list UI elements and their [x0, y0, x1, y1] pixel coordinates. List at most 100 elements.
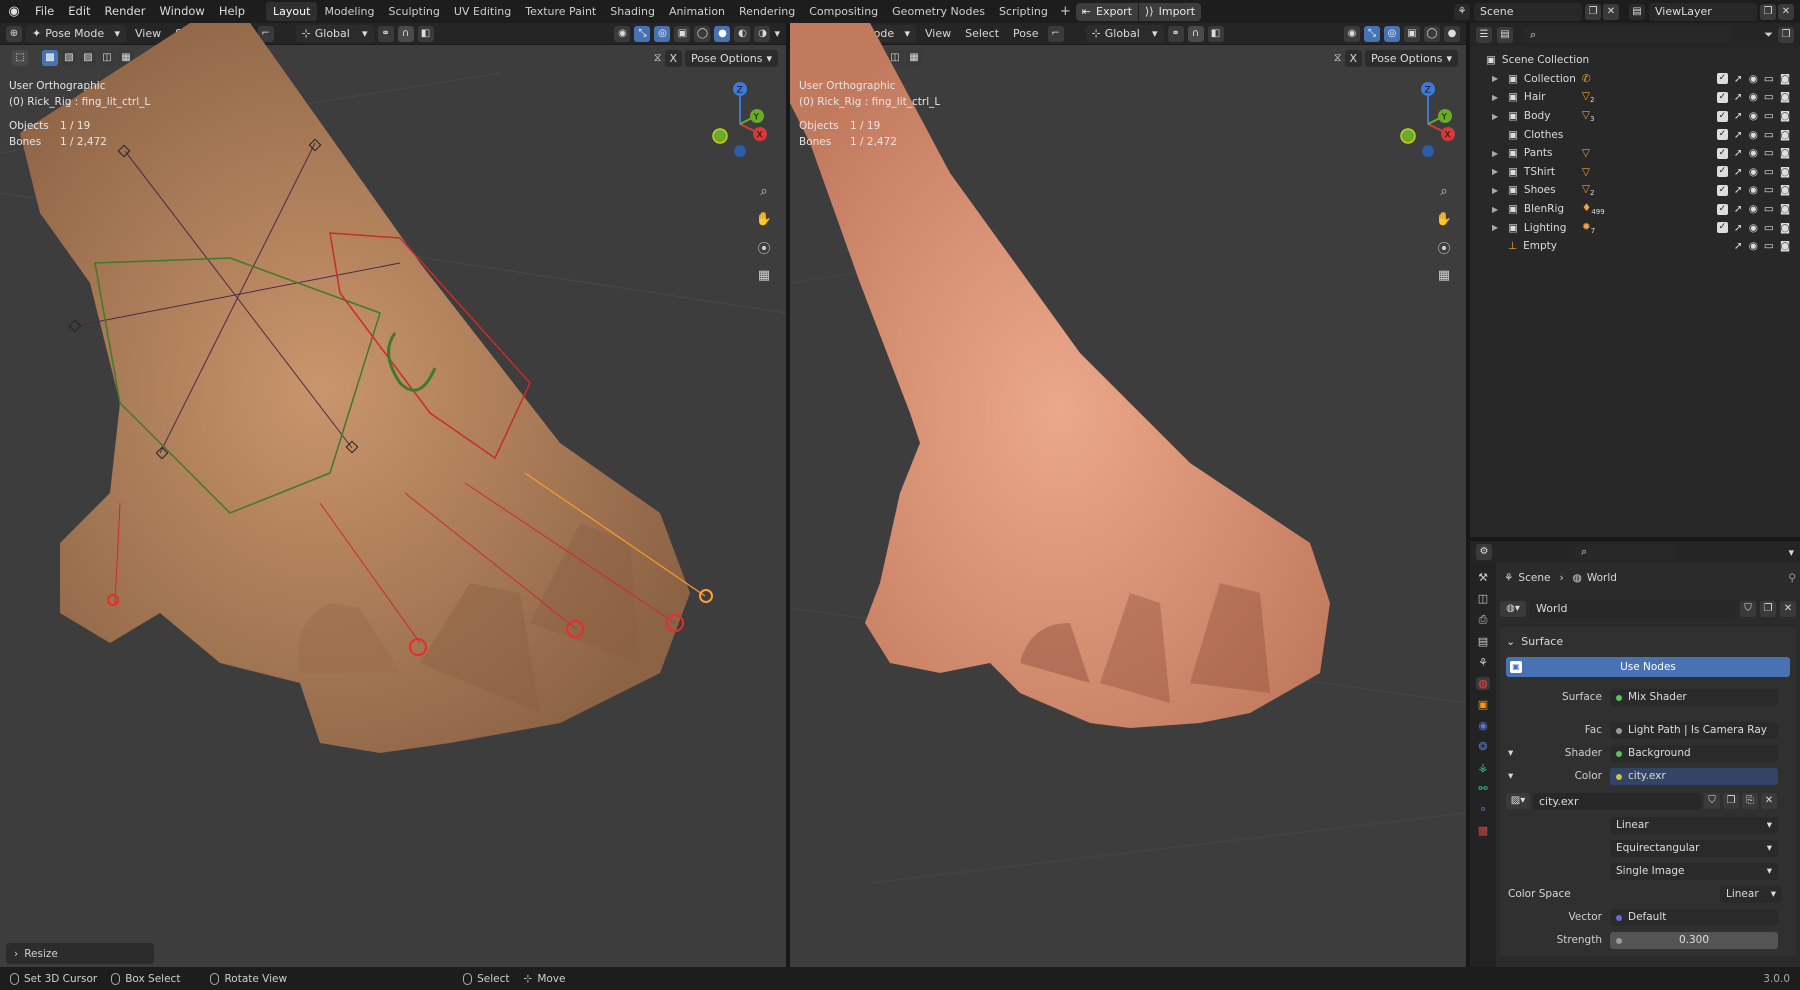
- render-camera-icon[interactable]: ◙: [1780, 240, 1790, 252]
- navigation-gizmo[interactable]: Z Y X: [700, 79, 770, 159]
- menu-file[interactable]: File: [28, 0, 61, 23]
- new-view-layer-icon[interactable]: ❐: [1760, 3, 1776, 20]
- tab-texture-paint[interactable]: Texture Paint: [518, 2, 603, 21]
- selectable-icon[interactable]: ➚: [1734, 240, 1743, 252]
- monitor-icon[interactable]: ▭: [1764, 73, 1774, 85]
- eye-icon[interactable]: ◉: [1749, 222, 1758, 234]
- delete-view-layer-icon[interactable]: ✕: [1778, 3, 1794, 20]
- eye-icon[interactable]: ◉: [1749, 147, 1758, 159]
- checkbox-icon[interactable]: ✓: [1716, 73, 1728, 85]
- checkbox-icon[interactable]: ✓: [1716, 129, 1728, 141]
- render-camera-icon[interactable]: ◙: [1780, 166, 1790, 178]
- scene-field[interactable]: Scene: [1474, 2, 1582, 21]
- modifier-tab-icon[interactable]: ◉: [1478, 719, 1488, 732]
- selectable-icon[interactable]: ➚: [1734, 166, 1743, 178]
- tab-scripting[interactable]: Scripting: [992, 2, 1055, 21]
- chevron-down-icon[interactable]: ▾: [1788, 546, 1794, 559]
- world-name-field[interactable]: World: [1530, 600, 1736, 618]
- scene-icon[interactable]: ⚘: [1454, 3, 1470, 20]
- outliner-item-body[interactable]: ▶ ▣ Body ▽3 ✓ ➚ ◉ ▭ ◙: [1470, 107, 1800, 126]
- monitor-icon[interactable]: ▭: [1764, 147, 1774, 159]
- outliner-item-collection[interactable]: ▶ ▣ Collection ✆ ✓ ➚ ◉ ▭ ◙: [1470, 70, 1800, 89]
- camera-view-icon[interactable]: ⦿: [1433, 236, 1455, 258]
- world-browse-icon[interactable]: ◍▾: [1500, 601, 1526, 617]
- new-collection-icon[interactable]: ❐: [1778, 27, 1794, 43]
- menu-help[interactable]: Help: [212, 0, 252, 23]
- checkbox-icon[interactable]: ✓: [1716, 184, 1728, 196]
- camera-view-icon[interactable]: ⦿: [753, 236, 775, 258]
- duplicate-icon[interactable]: ❐: [1723, 793, 1739, 809]
- tab-uv-editing[interactable]: UV Editing: [447, 2, 518, 21]
- outliner-item-clothes[interactable]: ▣ Clothes ✓ ➚ ◉ ▭ ◙: [1470, 125, 1800, 144]
- pan-hand-icon[interactable]: ✋: [1433, 208, 1455, 230]
- outliner-editor-icon[interactable]: ☰: [1476, 27, 1492, 43]
- expand-icon[interactable]: ▾: [1508, 747, 1522, 759]
- pin-icon[interactable]: ⚲: [1788, 572, 1796, 584]
- ortho-grid-icon[interactable]: ▦: [1433, 264, 1455, 286]
- projection-dropdown[interactable]: Equirectangular ▾: [1610, 839, 1778, 857]
- eye-icon[interactable]: ◉: [1749, 91, 1758, 103]
- surface-panel-header[interactable]: ⌄ Surface: [1500, 631, 1796, 651]
- image-browse-icon[interactable]: ▨▾: [1506, 793, 1530, 809]
- texture-tab-icon[interactable]: ▩: [1478, 824, 1488, 837]
- expand-icon[interactable]: ▾: [1508, 770, 1522, 782]
- eye-icon[interactable]: ◉: [1749, 203, 1758, 215]
- monitor-icon[interactable]: ▭: [1764, 222, 1774, 234]
- tab-modeling[interactable]: Modeling: [317, 2, 381, 21]
- tab-geometry-nodes[interactable]: Geometry Nodes: [885, 2, 992, 21]
- object-tab-icon[interactable]: ▣: [1478, 698, 1488, 711]
- add-workspace-icon[interactable]: +: [1055, 4, 1076, 19]
- fac-field[interactable]: Light Path | Is Camera Ray: [1610, 721, 1778, 739]
- outliner-search-input[interactable]: ⌕: [1524, 27, 1732, 43]
- disclosure-triangle-icon[interactable]: ▶: [1492, 223, 1508, 232]
- ortho-grid-icon[interactable]: ▦: [753, 264, 775, 286]
- menu-render[interactable]: Render: [98, 0, 153, 23]
- disclosure-triangle-icon[interactable]: ▶: [1492, 205, 1508, 214]
- color-field[interactable]: city.exr: [1610, 767, 1778, 785]
- render-camera-icon[interactable]: ◙: [1780, 222, 1790, 234]
- display-mode-icon[interactable]: ▤: [1497, 27, 1513, 43]
- interpolation-dropdown[interactable]: Linear ▾: [1610, 816, 1778, 834]
- tab-animation[interactable]: Animation: [662, 2, 732, 21]
- render-camera-icon[interactable]: ◙: [1780, 203, 1790, 215]
- data-tab-icon[interactable]: ⚬: [1478, 803, 1487, 816]
- render-camera-icon[interactable]: ◙: [1780, 129, 1790, 141]
- outliner-item-shoes[interactable]: ▶ ▣ Shoes ▽2 ✓ ➚ ◉ ▭ ◙: [1470, 181, 1800, 200]
- view-layer-icon[interactable]: ▤: [1629, 3, 1645, 20]
- output-tab-icon[interactable]: ⎙: [1479, 613, 1488, 627]
- source-dropdown[interactable]: Single Image ▾: [1610, 862, 1778, 880]
- zoom-icon[interactable]: ⌕: [1433, 180, 1455, 202]
- monitor-icon[interactable]: ▭: [1764, 240, 1774, 252]
- disclosure-triangle-icon[interactable]: ▶: [1492, 112, 1508, 121]
- shader-field[interactable]: Background: [1610, 744, 1778, 762]
- render-camera-icon[interactable]: ◙: [1780, 184, 1790, 196]
- viewport-right[interactable]: ⊕ ✦Pose Mode▾ View Select Pose ⌐ ⊹Global…: [790, 23, 1466, 967]
- outliner-item-empty[interactable]: ⊥ Empty ➚ ◉ ▭ ◙: [1470, 237, 1800, 256]
- monitor-icon[interactable]: ▭: [1764, 184, 1774, 196]
- export-button[interactable]: ⇤ Export: [1075, 2, 1139, 21]
- checkbox-icon[interactable]: ✓: [1716, 147, 1728, 159]
- duplicate-icon[interactable]: ❐: [1760, 601, 1776, 617]
- selectable-icon[interactable]: ➚: [1734, 222, 1743, 234]
- properties-editor-icon[interactable]: ⚙: [1476, 544, 1492, 560]
- properties-search-input[interactable]: ⌕: [1575, 544, 1677, 560]
- eye-icon[interactable]: ◉: [1749, 110, 1758, 122]
- use-nodes-button[interactable]: ▣ Use Nodes: [1506, 657, 1790, 677]
- selectable-icon[interactable]: ➚: [1734, 184, 1743, 196]
- outliner-item-pants[interactable]: ▶ ▣ Pants ▽ ✓ ➚ ◉ ▭ ◙: [1470, 144, 1800, 163]
- checkbox-icon[interactable]: ✓: [1716, 203, 1728, 215]
- monitor-icon[interactable]: ▭: [1764, 91, 1774, 103]
- delete-scene-icon[interactable]: ✕: [1603, 3, 1619, 20]
- disclosure-triangle-icon[interactable]: ▶: [1492, 74, 1508, 83]
- checkbox-icon[interactable]: ✓: [1716, 91, 1728, 103]
- menu-window[interactable]: Window: [152, 0, 211, 23]
- eye-icon[interactable]: ◉: [1749, 129, 1758, 141]
- selectable-icon[interactable]: ➚: [1734, 147, 1743, 159]
- vector-field[interactable]: Default: [1610, 908, 1778, 926]
- outliner-root[interactable]: ▣ Scene Collection: [1470, 51, 1800, 70]
- disclosure-triangle-icon[interactable]: ▶: [1492, 149, 1508, 158]
- fake-user-icon[interactable]: ⛉: [1704, 793, 1720, 809]
- view-layer-field[interactable]: ViewLayer: [1649, 2, 1757, 21]
- disclosure-triangle-icon[interactable]: ▶: [1492, 93, 1508, 102]
- constraint-tab-icon[interactable]: ⚯: [1478, 782, 1487, 795]
